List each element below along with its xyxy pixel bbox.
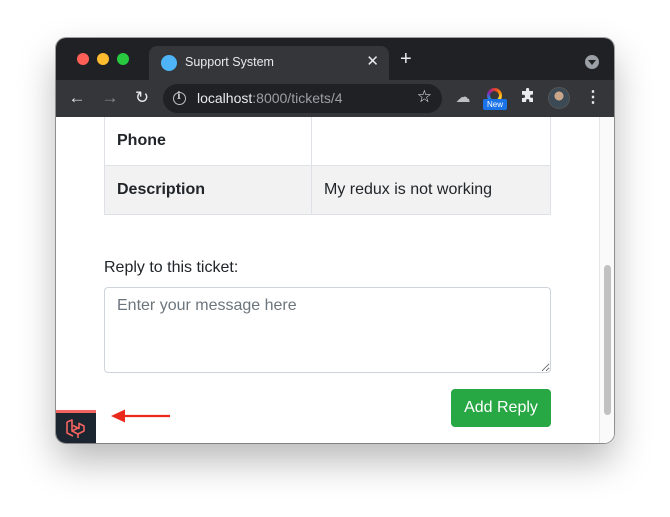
- table-row: Description My redux is not working: [104, 165, 551, 215]
- browser-window: Support System ✕ + ← → ↻ localhost:8000/…: [56, 38, 614, 443]
- extensions-puzzle-icon[interactable]: [518, 87, 538, 108]
- url-path: :8000/tickets/4: [252, 90, 343, 106]
- annotation-arrow-icon: [111, 409, 170, 423]
- back-arrow-icon[interactable]: ←: [66, 87, 88, 109]
- phone-value: [311, 117, 551, 166]
- phone-label: Phone: [104, 117, 312, 166]
- url-host: localhost: [197, 90, 253, 106]
- ticket-details-table: Phone Description My redux is not workin…: [104, 117, 551, 215]
- new-tab-button[interactable]: +: [400, 48, 412, 70]
- favicon-icon: [161, 55, 177, 71]
- page-viewport: Phone Description My redux is not workin…: [56, 117, 614, 443]
- reply-message-textarea[interactable]: [104, 287, 551, 373]
- forward-arrow-icon[interactable]: →: [99, 87, 121, 109]
- url-text[interactable]: localhost:8000/tickets/4: [197, 90, 343, 106]
- window-maximize-button[interactable]: [117, 53, 129, 65]
- tab-search-icon[interactable]: [585, 55, 599, 69]
- bookmark-star-icon[interactable]: ☆: [417, 87, 432, 107]
- profile-avatar[interactable]: [548, 87, 570, 109]
- add-reply-button[interactable]: Add Reply: [451, 389, 551, 427]
- laravel-debugbar-toggle[interactable]: [56, 410, 96, 443]
- color-extension-icon[interactable]: New: [483, 88, 507, 110]
- browser-menu-icon[interactable]: ⋮: [585, 87, 601, 109]
- description-value: My redux is not working: [311, 165, 551, 215]
- browser-tab[interactable]: Support System ✕: [149, 46, 389, 80]
- reload-icon[interactable]: ↻: [131, 87, 153, 109]
- browser-toolbar: ← → ↻ localhost:8000/tickets/4 ☆ ☁ New ⋮: [56, 80, 614, 117]
- tab-strip: Support System ✕ +: [56, 38, 614, 80]
- address-bar[interactable]: localhost:8000/tickets/4 ☆: [163, 84, 442, 113]
- window-minimize-button[interactable]: [97, 53, 109, 65]
- cloud-extension-icon[interactable]: ☁: [453, 88, 473, 108]
- tab-title: Support System: [185, 55, 274, 69]
- scrollbar-thumb[interactable]: [604, 265, 611, 415]
- tab-close-icon[interactable]: ✕: [366, 52, 379, 72]
- laravel-logo-icon: [66, 419, 85, 438]
- new-badge: New: [483, 99, 507, 110]
- site-info-icon[interactable]: [173, 91, 186, 105]
- page-scrollbar[interactable]: [599, 117, 614, 443]
- reply-label: Reply to this ticket:: [104, 259, 239, 276]
- description-label: Description: [104, 165, 312, 215]
- table-row: Phone: [104, 117, 551, 166]
- window-close-button[interactable]: [77, 53, 89, 65]
